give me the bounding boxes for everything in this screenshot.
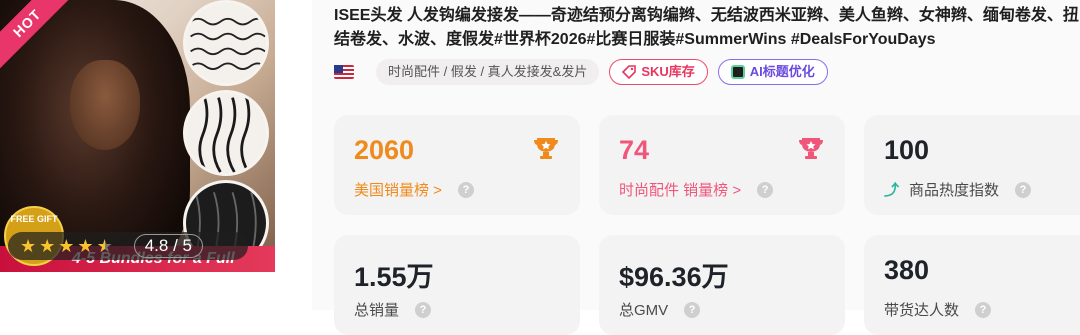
star-icon: ★ [20, 236, 37, 256]
total-gmv-card: $96.36万 总GMV ? [599, 235, 845, 335]
product-image-panel: HOT 4-5 Bundles for a Full Head FREE GIF… [0, 0, 295, 310]
popularity-index-card: 100 ⤴ 商品热度指数 ? [864, 115, 1080, 215]
us-flag-icon [334, 65, 354, 79]
product-details-panel: ISEE头发 人发钩编发接发——奇迹结预分离钩编辫、无结波西米亚辫、美人鱼辫、女… [312, 0, 1080, 335]
us-sales-rank-label[interactable]: 美国销量榜 > ? [354, 179, 474, 200]
hair-swatch-2 [183, 90, 269, 176]
category-sales-rank-label[interactable]: 时尚配件 销量榜 > ? [619, 179, 774, 200]
trophy-icon [799, 138, 823, 159]
hair-swatch-1 [183, 0, 269, 86]
total-sales-card: 1.55万 总销量 ? [334, 235, 580, 335]
popularity-index-label: ⤴ 商品热度指数 ? [884, 179, 1032, 200]
half-star-icon: ★ [96, 236, 113, 256]
trend-up-icon: ⤴ [884, 182, 900, 199]
sku-stock-button[interactable]: SKU库存 [609, 59, 708, 85]
star-icon: ★ [39, 236, 56, 256]
total-gmv-value: $96.36万 [619, 262, 729, 292]
rating-value: 4.8 / 5 [133, 234, 203, 258]
us-sales-rank-card[interactable]: 2060 美国销量榜 > ? [334, 115, 580, 215]
trophy-icon [534, 138, 558, 159]
influencer-count-card: 380 带货达人数 ? [864, 235, 1080, 335]
ai-icon [730, 65, 745, 79]
tag-icon [622, 65, 637, 79]
help-icon[interactable]: ? [757, 181, 774, 198]
product-image[interactable]: HOT 4-5 Bundles for a Full Head FREE GIF… [0, 0, 275, 272]
us-sales-rank-value: 2060 [354, 135, 415, 165]
influencer-count-value: 380 [884, 255, 930, 285]
category-sales-rank-card[interactable]: 74 时尚配件 销量榜 > ? [599, 115, 845, 215]
category-breadcrumb[interactable]: 时尚配件 / 假发 / 真人发接发&发片 [376, 59, 600, 85]
star-icon: ★ [77, 236, 94, 256]
popularity-index-value: 100 [884, 135, 930, 165]
help-icon[interactable]: ? [1015, 181, 1032, 198]
help-icon[interactable]: ? [457, 181, 474, 198]
tag-row: 时尚配件 / 假发 / 真人发接发&发片 SKU库存 AI标题优化 [334, 59, 828, 85]
model-face [70, 60, 140, 150]
ai-title-optimize-button[interactable]: AI标题优化 [717, 59, 828, 85]
rating-bar: ★ ★ ★ ★ ★ 4.8 / 5 [8, 232, 248, 260]
total-sales-value: 1.55万 [354, 262, 434, 292]
product-title[interactable]: ISEE头发 人发钩编发接发——奇迹结预分离钩编辫、无结波西米亚辫、美人鱼辫、女… [334, 4, 1080, 52]
star-icon: ★ [58, 236, 75, 256]
category-sales-rank-value: 74 [619, 135, 650, 165]
